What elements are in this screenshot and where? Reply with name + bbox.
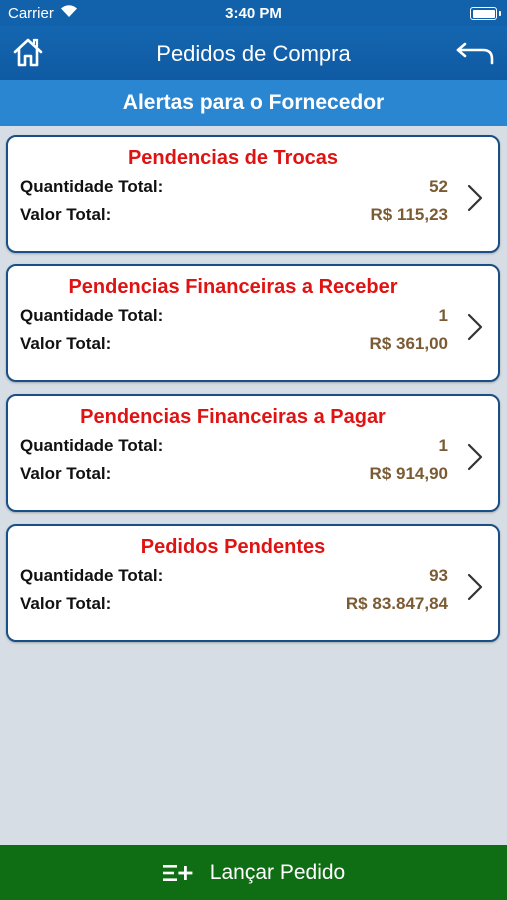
card-title: Pendencias de Trocas [127,147,339,169]
quantity-row: Quantidade Total: 1 [20,306,448,326]
battery-icon [470,7,501,20]
quantity-value: 1 [438,306,448,325]
value-label: Valor Total: [20,334,112,353]
total-value: R$ 83.847,84 [345,594,448,613]
lancar-pedido-button[interactable]: Lançar Pedido [0,845,507,900]
chevron-right-icon [467,313,483,341]
alert-card-financeiras-receber[interactable]: Pendencias Financeiras a Receber Quantid… [6,264,500,382]
alert-card-pedidos-pendentes[interactable]: Pedidos Pendentes Quantidade Total: 93 V… [6,524,500,642]
back-arrow-icon[interactable] [455,40,495,66]
navigation-bar: Pedidos de Compra [0,26,507,80]
quantity-label: Quantidade Total: [20,306,164,325]
total-value: R$ 361,00 [369,334,448,353]
chevron-right-icon [467,184,483,212]
alert-card-trocas[interactable]: Pendencias de Trocas Quantidade Total: 5… [6,135,500,253]
value-row: Valor Total: R$ 115,23 [20,205,448,225]
quantity-value: 1 [438,436,448,455]
quantity-label: Quantidade Total: [20,436,164,455]
quantity-label: Quantidade Total: [20,177,164,196]
value-row: Valor Total: R$ 83.847,84 [20,594,448,614]
card-title: Pedidos Pendentes [140,536,326,558]
status-bar: Carrier 3:40 PM [0,0,507,26]
value-label: Valor Total: [20,205,112,224]
value-label: Valor Total: [20,594,112,613]
value-row: Valor Total: R$ 914,90 [20,464,448,484]
alert-card-financeiras-pagar[interactable]: Pendencias Financeiras a Pagar Quantidad… [6,394,500,512]
value-row: Valor Total: R$ 361,00 [20,334,448,354]
section-header: Alertas para o Fornecedor [0,80,507,126]
page-title: Pedidos de Compra [156,41,351,66]
chevron-right-icon [467,443,483,471]
quantity-row: Quantidade Total: 52 [20,177,448,197]
quantity-label: Quantidade Total: [20,566,164,585]
clock: 3:40 PM [225,5,282,22]
quantity-row: Quantidade Total: 93 [20,566,448,586]
chevron-right-icon [467,573,483,601]
footer-bar: Lançar Pedido [0,845,507,900]
total-value: R$ 914,90 [369,464,448,483]
quantity-row: Quantidade Total: 1 [20,436,448,456]
card-title: Pendencias Financeiras a Receber [68,276,398,298]
list-add-icon [162,864,193,881]
quantity-value: 93 [429,566,448,585]
card-title: Pendencias Financeiras a Pagar [80,406,386,428]
value-label: Valor Total: [20,464,112,483]
quantity-value: 52 [429,177,448,196]
total-value: R$ 115,23 [370,205,448,224]
lancar-pedido-label: Lançar Pedido [209,860,346,884]
